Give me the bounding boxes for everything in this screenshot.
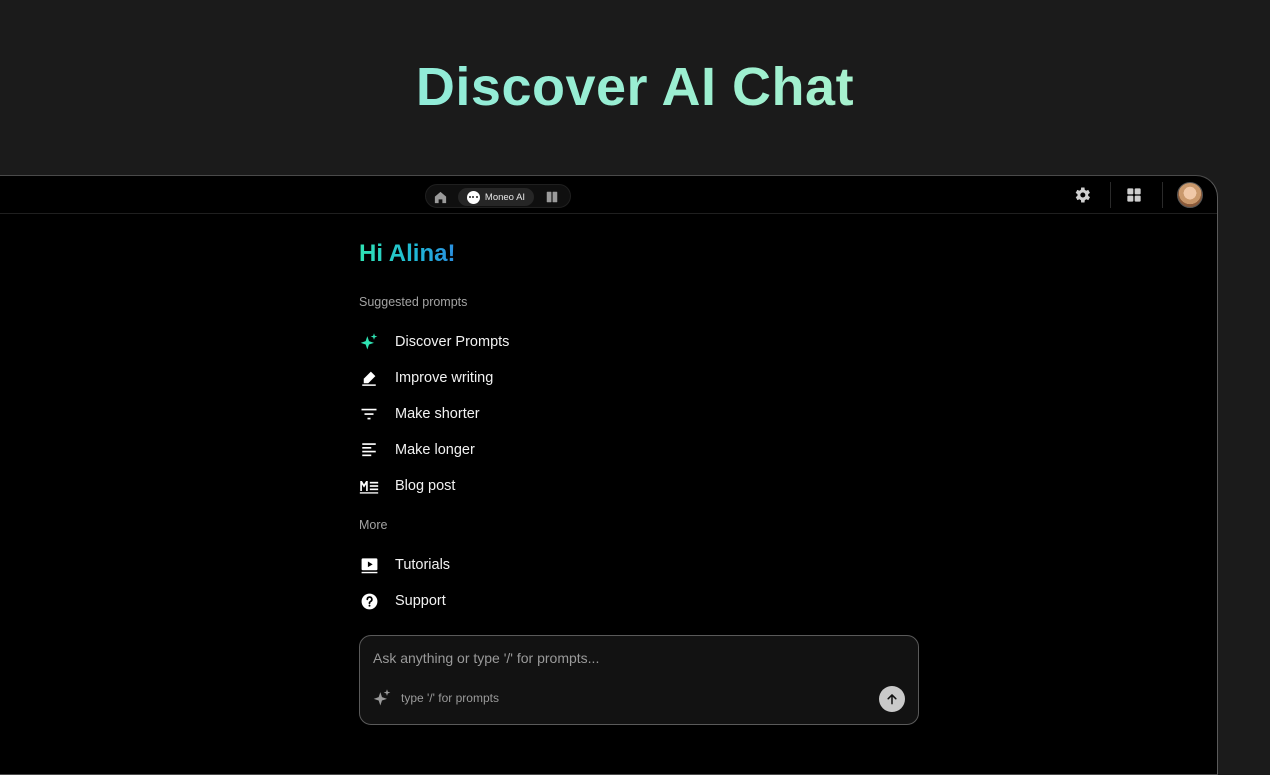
more-item-support[interactable]: Support xyxy=(359,589,446,613)
topbar-divider xyxy=(1110,182,1111,208)
arrow-up-icon xyxy=(887,694,897,705)
prompt-item-discover[interactable]: Discover Prompts xyxy=(359,330,509,354)
nav-switcher: Moneo AI xyxy=(425,184,571,208)
prompt-item-improve-writing[interactable]: Improve writing xyxy=(359,366,493,390)
split-view-button[interactable] xyxy=(542,188,562,206)
tab-moneo-ai-label: Moneo AI xyxy=(484,191,526,203)
prompt-hint: type '/' for prompts xyxy=(401,691,499,705)
prompt-item-label: Improve writing xyxy=(395,370,494,386)
more-item-label: Support xyxy=(395,593,446,609)
split-view-icon xyxy=(546,191,558,203)
user-avatar[interactable] xyxy=(1177,182,1203,208)
page-headline: Discover AI Chat xyxy=(0,56,1270,118)
markdown-icon xyxy=(359,476,379,496)
greeting-title: Hi Alina! xyxy=(359,240,456,267)
prompt-item-label: Blog post xyxy=(395,478,456,494)
more-item-tutorials[interactable]: Tutorials xyxy=(359,553,450,577)
grid-icon xyxy=(1127,188,1141,202)
home-icon xyxy=(434,191,446,203)
prompt-item-label: Discover Prompts xyxy=(395,334,510,350)
help-circle-icon xyxy=(359,591,379,611)
home-button[interactable] xyxy=(430,188,450,206)
video-play-icon xyxy=(359,555,379,575)
chat-composer: type '/' for prompts xyxy=(359,635,919,725)
text-lines-icon xyxy=(359,440,379,460)
sparkle-icon xyxy=(359,332,379,352)
top-bar: Moneo AI xyxy=(0,176,1217,214)
send-button[interactable] xyxy=(879,686,905,712)
more-item-label: Tutorials xyxy=(395,557,451,573)
prompt-item-make-shorter[interactable]: Make shorter xyxy=(359,402,480,426)
prompt-item-blog-post[interactable]: Blog post xyxy=(359,474,455,498)
tab-moneo-ai[interactable]: Moneo AI xyxy=(458,188,534,206)
chat-input[interactable] xyxy=(371,646,875,670)
more-heading: More xyxy=(359,518,388,532)
prompt-item-label: Make shorter xyxy=(395,406,480,422)
chat-bubble-icon xyxy=(466,190,480,204)
apps-button[interactable] xyxy=(1124,185,1144,205)
app-window: Moneo AI Hi Alina! Suggested prompts Dis… xyxy=(0,175,1218,775)
settings-button[interactable] xyxy=(1072,185,1092,205)
suggested-prompts-heading: Suggested prompts xyxy=(359,295,468,309)
sparkle-icon[interactable] xyxy=(372,688,392,708)
filter-lines-icon xyxy=(359,404,379,424)
prompt-item-label: Make longer xyxy=(395,442,475,458)
prompt-item-make-longer[interactable]: Make longer xyxy=(359,438,475,462)
topbar-divider xyxy=(1162,182,1163,208)
pencil-icon xyxy=(359,368,379,388)
gear-icon xyxy=(1075,187,1090,203)
